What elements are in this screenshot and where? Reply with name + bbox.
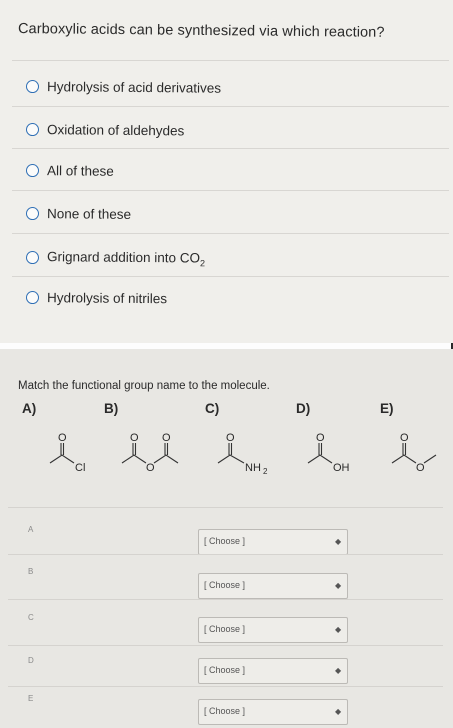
option-all-of-these[interactable]: All of these	[25, 163, 114, 179]
question-1-prompt: Carboxylic acids can be synthesized via …	[17, 21, 385, 41]
divider-line	[8, 554, 443, 555]
divider-line	[8, 507, 443, 508]
select-e[interactable]: [ Choose ] ◆	[198, 699, 348, 725]
divider-line	[8, 599, 443, 600]
select-value: [ Choose ]	[204, 665, 246, 675]
radio-icon[interactable]	[25, 207, 40, 221]
atom-o: O	[226, 432, 235, 444]
select-value: [ Choose ]	[204, 580, 246, 590]
option-label: All of these	[46, 163, 114, 179]
row-letter-c: C	[28, 613, 34, 622]
divider-line	[12, 60, 449, 61]
column-label-a: A)	[22, 401, 37, 416]
radio-icon[interactable]	[25, 80, 40, 94]
atom-o: O	[400, 432, 409, 444]
atom-o: O	[146, 462, 155, 474]
select-c[interactable]: [ Choose ] ◆	[198, 617, 348, 643]
option-label: Hydrolysis of nitriles	[46, 290, 168, 307]
atom-o: O	[316, 432, 325, 444]
row-letter-d: D	[28, 656, 34, 665]
molecule-b-anhydride	[121, 443, 179, 464]
select-b[interactable]: [ Choose ] ◆	[198, 573, 348, 599]
select-value: [ Choose ]	[204, 536, 246, 546]
radio-icon[interactable]	[25, 251, 40, 265]
question-1-panel: Carboxylic acids can be synthesized via …	[0, 0, 453, 343]
option-hydrolysis-acid-derivatives[interactable]: Hydrolysis of acid derivatives	[25, 79, 222, 96]
option-grignard-co2[interactable]: Grignard addition into CO2	[25, 249, 205, 268]
row-letter-b: B	[28, 567, 34, 576]
row-letter-a: A	[28, 525, 34, 534]
select-value: [ Choose ]	[204, 706, 246, 716]
divider-line	[12, 233, 449, 234]
atom-o: O	[162, 432, 171, 444]
divider-line	[12, 276, 449, 277]
option-label: None of these	[46, 206, 132, 222]
chevron-updown-icon: ◆	[335, 581, 342, 590]
divider-line	[12, 106, 449, 107]
radio-icon[interactable]	[25, 291, 40, 305]
select-value: [ Choose ]	[204, 624, 246, 634]
option-hydrolysis-nitriles[interactable]: Hydrolysis of nitriles	[25, 290, 168, 307]
chevron-updown-icon: ◆	[335, 537, 342, 546]
radio-icon[interactable]	[25, 164, 40, 178]
subscript: 2	[200, 258, 206, 269]
divider-line	[8, 686, 443, 687]
radio-icon[interactable]	[25, 123, 40, 137]
chevron-updown-icon: ◆	[335, 707, 342, 716]
screenshot: Carboxylic acids can be synthesized via …	[0, 0, 453, 728]
molecule-a-acid-chloride	[49, 443, 75, 464]
question-2-prompt: Match the functional group name to the m…	[18, 380, 270, 392]
atom-nh: NH	[245, 462, 261, 474]
option-none-of-these[interactable]: None of these	[25, 206, 132, 222]
atom-o: O	[58, 432, 67, 444]
atom-o: O	[130, 432, 139, 444]
divider-line	[12, 190, 449, 191]
atom-o: O	[416, 462, 425, 474]
chevron-updown-icon: ◆	[335, 625, 342, 634]
question-2-panel: Match the functional group name to the m…	[0, 349, 453, 728]
divider-line	[8, 645, 443, 646]
molecule-structures: O Cl O O O O NH 2 O OH O O	[49, 432, 437, 476]
atom-nh-subscript: 2	[263, 467, 268, 476]
row-letter-e: E	[28, 694, 34, 703]
atom-oh: OH	[333, 462, 350, 474]
column-label-e: E)	[380, 401, 394, 416]
column-label-b: B)	[104, 401, 119, 416]
divider-line	[12, 148, 449, 149]
molecule-d-carboxylic-acid	[307, 443, 333, 464]
column-label-d: D)	[296, 401, 311, 416]
option-oxidation-aldehydes[interactable]: Oxidation of aldehydes	[25, 122, 185, 139]
atom-cl: Cl	[75, 462, 85, 474]
select-d[interactable]: [ Choose ] ◆	[198, 658, 348, 684]
select-a[interactable]: [ Choose ] ◆	[198, 529, 348, 555]
molecule-c-amide	[217, 443, 245, 464]
option-label: Grignard addition into CO2	[47, 249, 205, 268]
column-label-c: C)	[205, 401, 220, 416]
molecule-e-ester	[391, 443, 437, 464]
option-label: Oxidation of aldehydes	[46, 122, 185, 139]
chevron-updown-icon: ◆	[335, 666, 342, 675]
option-label: Hydrolysis of acid derivatives	[46, 79, 222, 96]
option-label-text: Grignard addition into CO	[46, 249, 201, 266]
